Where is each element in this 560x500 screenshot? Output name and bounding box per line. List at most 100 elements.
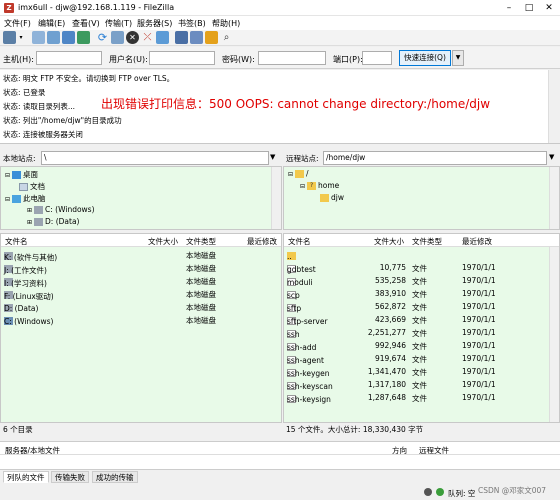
table-row[interactable]: F: (Linux驱动) 本地磁盘: [1, 287, 281, 301]
toggle-log-icon[interactable]: [32, 31, 45, 44]
table-row[interactable]: D: (Data) 本地磁盘: [1, 300, 281, 313]
filter-icon[interactable]: [175, 31, 188, 44]
file-type: 文件: [412, 355, 427, 364]
menu-file[interactable]: 文件(F): [4, 18, 31, 29]
local-path-dropdown-icon[interactable]: ▼: [270, 153, 275, 161]
file-type: 本地磁盘: [186, 251, 216, 260]
filezilla-app-icon: Z: [4, 3, 14, 13]
refresh-icon[interactable]: ⟳: [96, 31, 109, 44]
tab-successful-transfers[interactable]: 成功的传输: [92, 471, 138, 483]
column-filetype[interactable]: 文件类型: [186, 236, 216, 247]
tree-item-drive-d[interactable]: ⊞ D: (Data): [27, 217, 79, 226]
table-row[interactable]: C: (Windows) 本地磁盘: [1, 313, 281, 326]
remote-tree-scrollbar[interactable]: [549, 167, 559, 229]
process-queue-icon[interactable]: [111, 31, 124, 44]
tree-item-this-pc[interactable]: ⊟ 此电脑: [5, 193, 46, 204]
dropdown-icon[interactable]: ▾: [17, 31, 25, 44]
column-modified[interactable]: 最近修改: [247, 236, 277, 247]
file-size: 1,341,470: [367, 367, 406, 376]
log-line: 状态: 已登录: [3, 88, 46, 97]
remote-path-dropdown-icon[interactable]: ▼: [549, 153, 554, 161]
reconnect-icon[interactable]: [156, 31, 169, 44]
remote-path-input[interactable]: /home/djw: [323, 151, 547, 165]
disconnect-icon[interactable]: ⤫: [141, 31, 154, 44]
file-name: ssh-keysign: [287, 395, 331, 404]
port-input[interactable]: [362, 51, 392, 65]
table-row[interactable]: ..: [284, 248, 559, 261]
host-input[interactable]: [36, 51, 102, 65]
compare-icon[interactable]: [190, 31, 203, 44]
table-row[interactable]: J: (工作文件) 本地磁盘: [1, 261, 281, 275]
table-row[interactable]: ssh-keysign 1,287,648 文件 1970/1/1: [284, 391, 559, 404]
file-modified: 1970/1/1: [462, 302, 496, 311]
log-scrollbar[interactable]: [548, 70, 560, 143]
password-input[interactable]: [258, 51, 326, 65]
table-row[interactable]: ssh 2,251,277 文件 1970/1/1: [284, 326, 559, 339]
quickconnect-history-button[interactable]: ▼: [452, 50, 464, 66]
quickconnect-button[interactable]: 快速连接(Q): [399, 50, 451, 66]
table-row[interactable]: K: (软件与其他) 本地磁盘: [1, 248, 281, 262]
table-row[interactable]: ssh-add 992,946 文件 1970/1/1: [284, 339, 559, 352]
sync-browse-icon[interactable]: [205, 31, 218, 44]
queue-list[interactable]: [0, 455, 560, 469]
file-size: 423,669: [374, 315, 406, 324]
table-row[interactable]: sftp-server 423,669 文件 1970/1/1: [284, 313, 559, 326]
table-row[interactable]: ssh-keyscan 1,317,180 文件 1970/1/1: [284, 378, 559, 391]
menu-view[interactable]: 查看(V): [72, 18, 100, 29]
file-type: 本地磁盘: [186, 316, 216, 325]
tree-item-root[interactable]: ⊟ /: [288, 169, 309, 178]
local-file-list[interactable]: 文件名 文件大小 文件类型 最近修改 K: (软件与其他) 本地磁盘 J: (工…: [0, 233, 282, 423]
file-name: ssh-agent: [287, 356, 324, 365]
tree-item-documents[interactable]: 文档: [19, 181, 45, 192]
cancel-icon[interactable]: ✕: [126, 31, 139, 44]
file-type: 本地磁盘: [186, 303, 216, 312]
tab-failed-transfers[interactable]: 传输失败: [51, 471, 89, 483]
username-input[interactable]: [149, 51, 215, 65]
table-row[interactable]: gdbtest 10,775 文件 1970/1/1: [284, 261, 559, 274]
tree-item-djw[interactable]: djw: [320, 193, 344, 202]
tree-item-desktop[interactable]: ⊟ 桌面: [5, 169, 38, 180]
remote-list-scrollbar[interactable]: [549, 247, 559, 422]
log-line: 状态: 连接被服务器关闭: [3, 130, 83, 139]
maximize-button[interactable]: □: [520, 2, 538, 14]
menu-edit[interactable]: 编辑(E): [38, 18, 65, 29]
table-row[interactable]: ssh-agent 919,674 文件 1970/1/1: [284, 352, 559, 365]
remote-file-list[interactable]: 文件名 文件大小 文件类型 最近修改 .. gdbtest 10,775 文件 …: [283, 233, 560, 423]
file-size: 10,775: [379, 263, 406, 272]
table-row[interactable]: sftp 562,872 文件 1970/1/1: [284, 300, 559, 313]
bottom-status-bar: 队列: 空 CSDN @邓家文007: [0, 484, 560, 500]
local-tree-scrollbar[interactable]: [271, 167, 281, 229]
search-icon[interactable]: ⌕: [220, 31, 233, 44]
table-row[interactable]: ssh-keygen 1,341,470 文件 1970/1/1: [284, 365, 559, 378]
tree-item-drive-c[interactable]: ⊞ C: (Windows): [27, 205, 95, 214]
status-icon: [424, 488, 432, 496]
tab-queued-files[interactable]: 列队的文件: [3, 471, 49, 483]
local-path-bar: 本地站点: \ ▼: [0, 150, 282, 166]
column-filesize[interactable]: 文件大小: [374, 236, 404, 247]
remote-column-headers: 文件名 文件大小 文件类型 最近修改: [284, 234, 559, 247]
column-filename[interactable]: 文件名: [288, 236, 311, 247]
site-manager-icon[interactable]: [3, 31, 16, 44]
local-path-input[interactable]: \: [41, 151, 269, 165]
file-size: 562,872: [374, 302, 406, 311]
column-filetype[interactable]: 文件类型: [412, 236, 442, 247]
table-row[interactable]: scp 383,910 文件 1970/1/1: [284, 287, 559, 300]
queue-tabs: 列队的文件 传输失败 成功的传输: [0, 469, 560, 483]
menu-server[interactable]: 服务器(S): [137, 18, 172, 29]
toggle-local-tree-icon[interactable]: [47, 31, 60, 44]
table-row[interactable]: I: (学习资料) 本地磁盘: [1, 274, 281, 288]
menu-bookmarks[interactable]: 书签(B): [178, 18, 206, 29]
close-button[interactable]: ✕: [540, 2, 558, 14]
column-modified[interactable]: 最近修改: [462, 236, 492, 247]
minimize-button[interactable]: –: [500, 2, 518, 14]
toggle-remote-tree-icon[interactable]: [62, 31, 75, 44]
toggle-queue-icon[interactable]: [77, 31, 90, 44]
menu-transfer[interactable]: 传输(T): [105, 18, 132, 29]
column-filename[interactable]: 文件名: [5, 236, 28, 247]
remote-directory-tree[interactable]: ⊟ / ⊟? home djw: [283, 166, 560, 230]
tree-item-home[interactable]: ⊟? home: [300, 181, 339, 190]
menu-help[interactable]: 帮助(H): [212, 18, 240, 29]
table-row[interactable]: moduli 535,258 文件 1970/1/1: [284, 274, 559, 287]
local-directory-tree[interactable]: ⊟ 桌面 文档 ⊟ 此电脑 ⊞ C: (Windows) ⊞ D: (Data): [0, 166, 282, 230]
column-filesize[interactable]: 文件大小: [148, 236, 178, 247]
